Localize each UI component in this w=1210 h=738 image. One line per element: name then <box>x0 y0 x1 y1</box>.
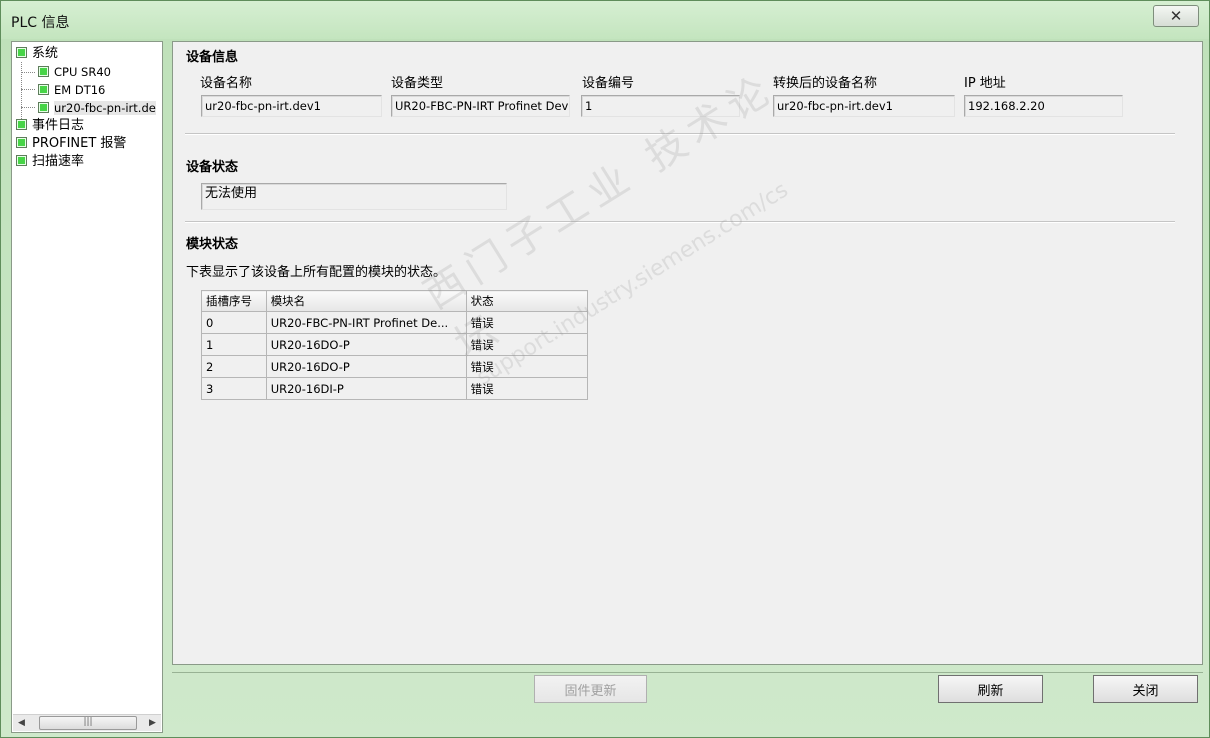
device-type-label: 设备类型 <box>391 76 444 91</box>
window-title: PLC 信息 <box>11 15 70 31</box>
tree-horizontal-scrollbar[interactable]: ◀ ||| ▶ <box>13 714 161 731</box>
device-status-title: 设备状态 <box>186 160 239 175</box>
firmware-update-button[interactable]: 固件更新 <box>534 675 647 703</box>
tree-item-cpu-sr40[interactable]: CPU SR40 <box>38 64 111 81</box>
status-ok-icon <box>38 102 49 113</box>
module-status-description: 下表显示了该设备上所有配置的模块的状态。 <box>186 265 447 280</box>
slot-cell: 2 <box>201 355 267 378</box>
module-status-table: 插槽序号 模块名 状态 0 UR20-FBC-PN-IRT Profinet D… <box>201 290 589 400</box>
scroll-right-icon[interactable]: ▶ <box>144 715 161 731</box>
status-cell: 错误 <box>465 311 589 334</box>
section-divider <box>185 133 1175 135</box>
tree-connector <box>21 89 35 90</box>
device-number-field: 1 <box>581 95 740 117</box>
tree-item-em-dt16[interactable]: EM DT16 <box>38 82 105 99</box>
plc-info-window: PLC 信息 ✕ 系统 CPU SR40 EM DT16 ur20-fbc-pn… <box>0 0 1210 738</box>
table-row[interactable]: 1 UR20-16DO-P 错误 <box>201 333 589 356</box>
module-name-cell: UR20-FBC-PN-IRT Profinet De... <box>265 311 467 334</box>
scrollbar-thumb[interactable]: ||| <box>39 716 137 730</box>
column-header-slot[interactable]: 插槽序号 <box>201 290 267 312</box>
device-type-field: UR20-FBC-PN-IRT Profinet Dev <box>391 95 570 117</box>
table-row[interactable]: 0 UR20-FBC-PN-IRT Profinet De... 错误 <box>201 311 589 334</box>
module-name-cell: UR20-16DI-P <box>265 377 467 400</box>
section-divider <box>185 221 1175 223</box>
status-ok-icon <box>16 119 27 130</box>
slot-cell: 0 <box>201 311 267 334</box>
refresh-button[interactable]: 刷新 <box>938 675 1043 703</box>
status-cell: 错误 <box>465 333 589 356</box>
module-name-cell: UR20-16DO-P <box>265 333 467 356</box>
tree-item-ur20-device[interactable]: ur20-fbc-pn-irt.de <box>38 100 156 117</box>
ip-address-field: 192.168.2.20 <box>964 95 1123 117</box>
slot-cell: 1 <box>201 333 267 356</box>
status-ok-icon <box>16 155 27 166</box>
table-header-row: 插槽序号 模块名 状态 <box>201 290 589 312</box>
title-bar: PLC 信息 ✕ <box>1 1 1209 39</box>
module-name-cell: UR20-16DO-P <box>265 355 467 378</box>
footer-divider <box>172 672 1203 673</box>
converted-name-label: 转换后的设备名称 <box>773 76 878 91</box>
table-row[interactable]: 3 UR20-16DI-P 错误 <box>201 377 589 400</box>
status-ok-icon <box>16 47 27 58</box>
device-info-title: 设备信息 <box>186 50 239 65</box>
status-ok-icon <box>38 66 49 77</box>
status-cell: 错误 <box>465 377 589 400</box>
tree-item-scan-rate[interactable]: 扫描速率 <box>16 153 84 170</box>
ip-address-label: IP 地址 <box>964 76 1006 91</box>
tree-item-system[interactable]: 系统 <box>16 45 58 62</box>
status-ok-icon <box>16 137 27 148</box>
tree-item-profinet-alarm[interactable]: PROFINET 报警 <box>16 135 126 152</box>
close-icon: ✕ <box>1169 7 1183 25</box>
navigation-tree: 系统 CPU SR40 EM DT16 ur20-fbc-pn-irt.de 事… <box>11 41 163 733</box>
device-name-label: 设备名称 <box>200 76 253 91</box>
details-panel: 设备信息 设备名称 ur20-fbc-pn-irt.dev1 设备类型 UR20… <box>172 41 1203 665</box>
window-close-button[interactable]: ✕ <box>1153 5 1199 27</box>
slot-cell: 3 <box>201 377 267 400</box>
module-status-title: 模块状态 <box>186 237 239 252</box>
close-button[interactable]: 关闭 <box>1093 675 1198 703</box>
table-row[interactable]: 2 UR20-16DO-P 错误 <box>201 355 589 378</box>
device-name-field: ur20-fbc-pn-irt.dev1 <box>201 95 382 117</box>
device-number-label: 设备编号 <box>582 76 635 91</box>
status-ok-icon <box>38 84 49 95</box>
scroll-left-icon[interactable]: ◀ <box>13 715 30 731</box>
tree-connector <box>21 107 35 108</box>
column-header-module-name[interactable]: 模块名 <box>265 290 467 312</box>
status-cell: 错误 <box>465 355 589 378</box>
device-status-field: 无法使用 <box>201 183 507 210</box>
column-header-status[interactable]: 状态 <box>465 290 589 312</box>
converted-name-field: ur20-fbc-pn-irt.dev1 <box>773 95 955 117</box>
tree-connector <box>21 72 35 73</box>
tree-item-event-log[interactable]: 事件日志 <box>16 117 84 134</box>
